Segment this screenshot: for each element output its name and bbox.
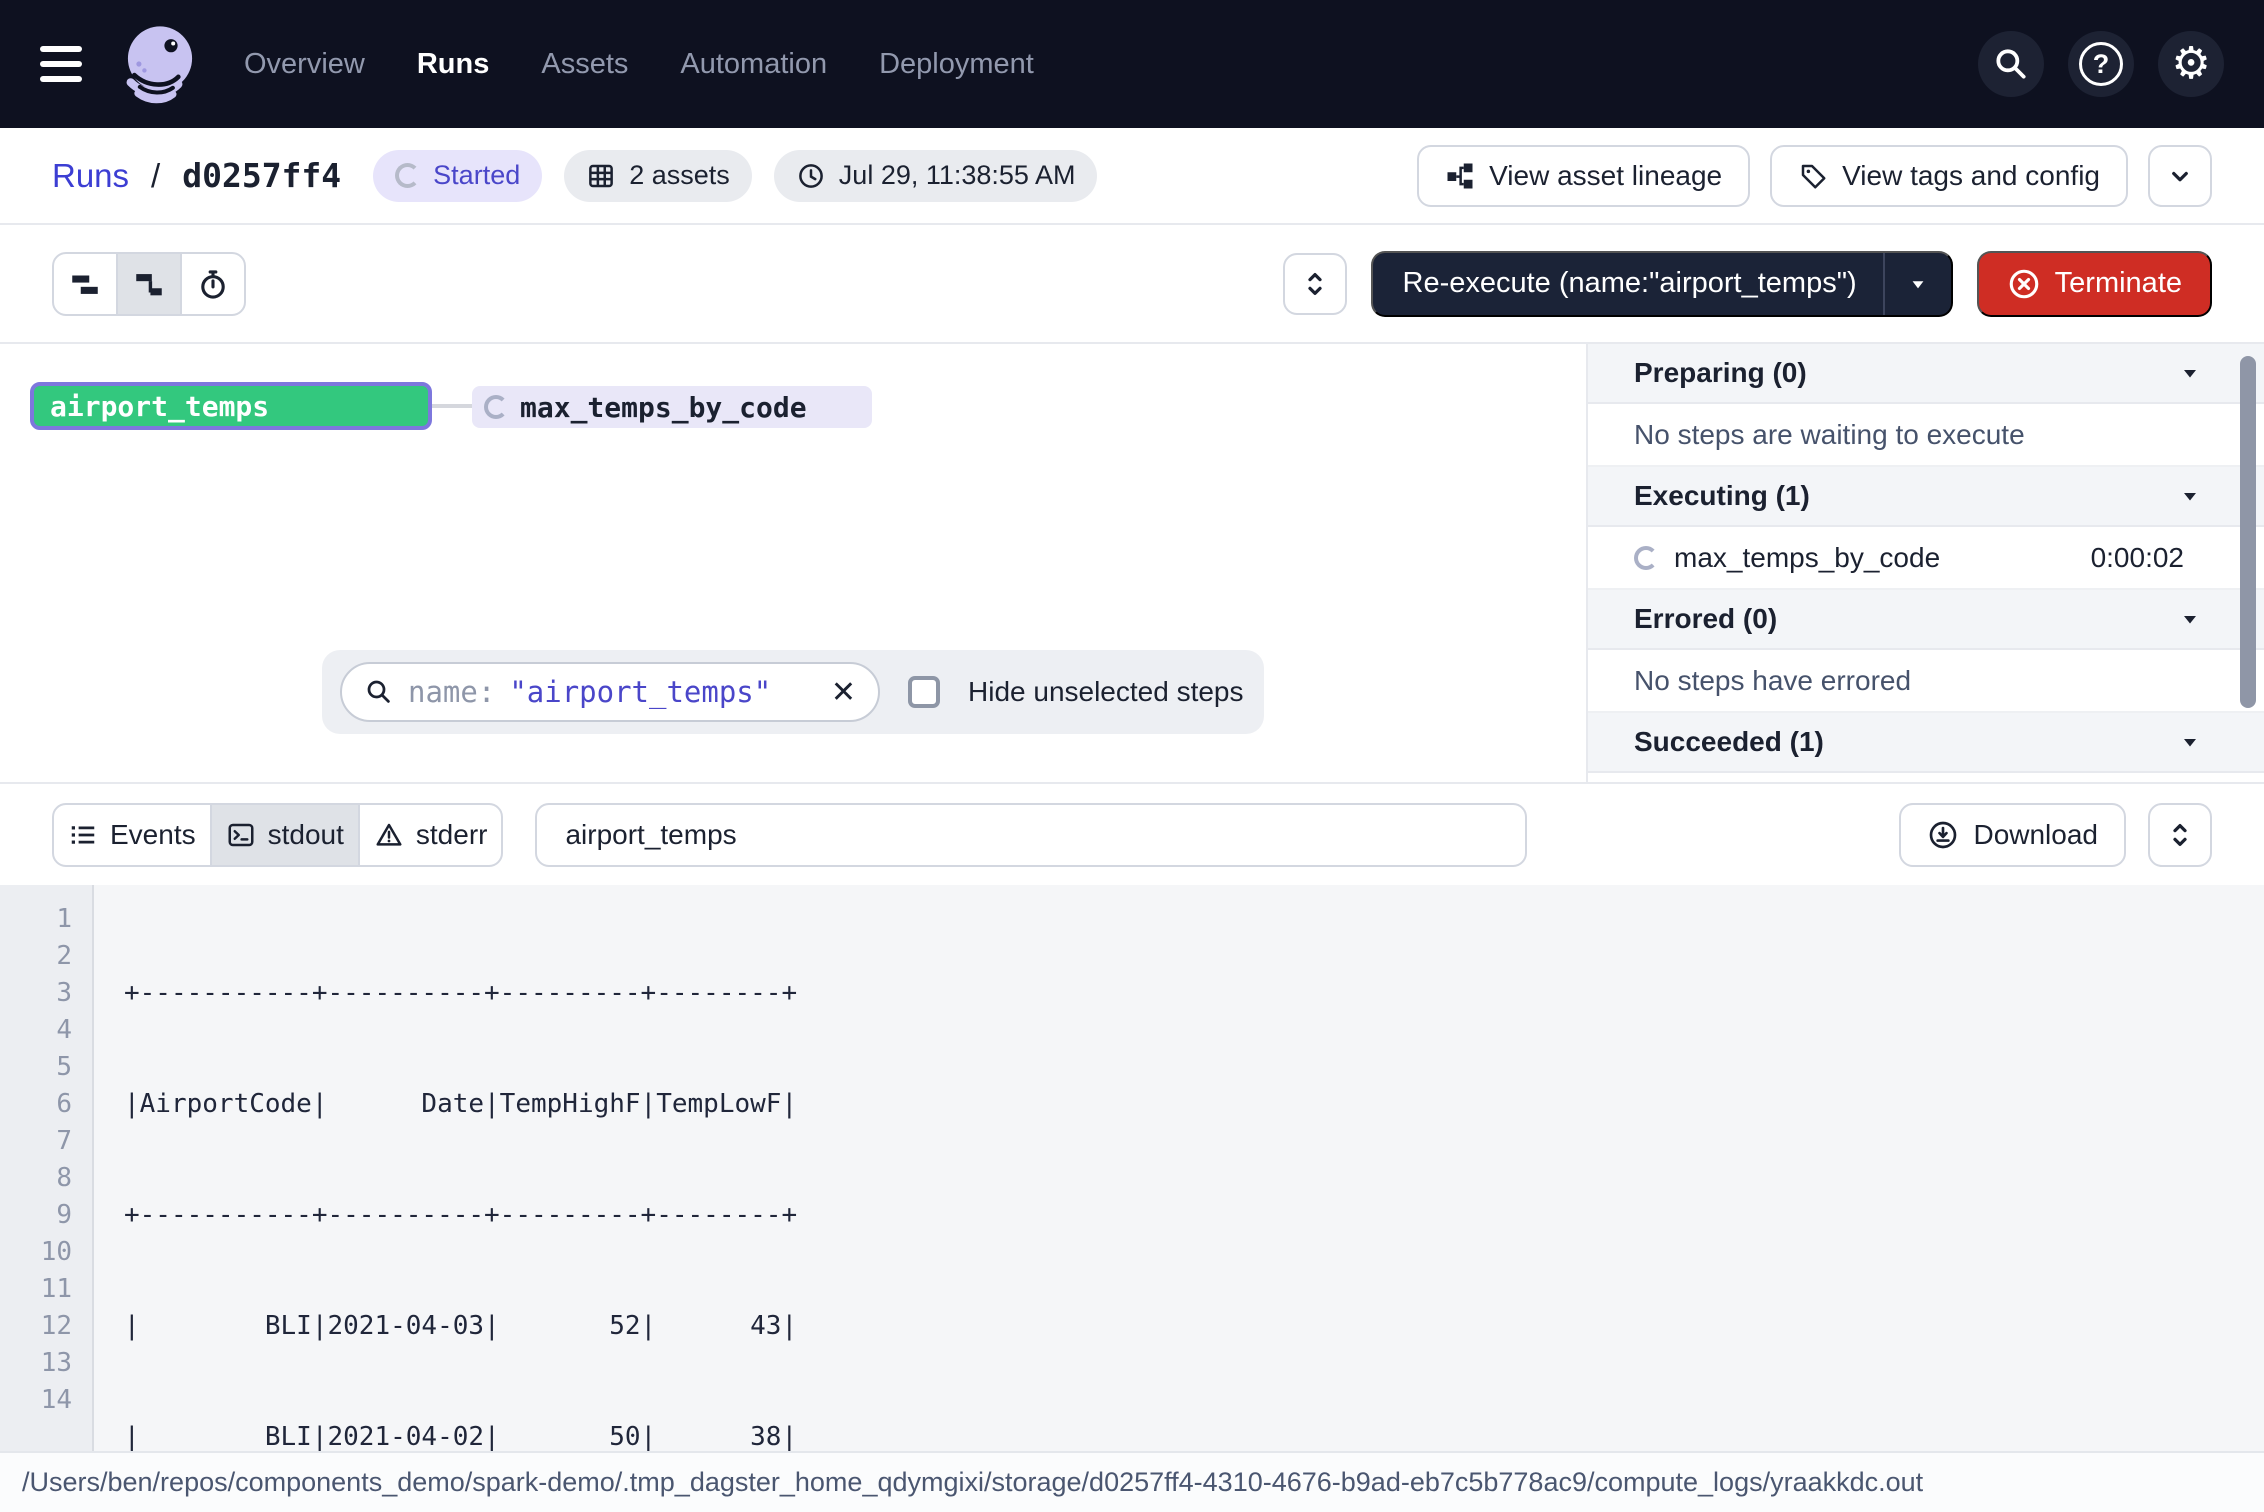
executing-step-row[interactable]: max_temps_by_code 0:00:02: [1588, 527, 2264, 590]
log-type-tabs: Events stdout stderr: [52, 803, 503, 867]
line-number-gutter: 1234567891011121314: [0, 885, 94, 1451]
run-status-badge: Started: [373, 150, 542, 202]
run-header: Runs / d0257ff4 Started 2 assets Jul 29,…: [0, 128, 2264, 225]
reexecute-button[interactable]: Re-execute (name:"airport_temps"): [1371, 251, 1953, 317]
search-icon: [1992, 45, 2030, 83]
search-button[interactable]: [1978, 31, 2044, 97]
expand-vertical-icon: [2165, 820, 2195, 850]
log-content: +-----------+----------+---------+------…: [94, 885, 797, 1451]
clear-selection-icon[interactable]: ✕: [831, 675, 856, 710]
caret-down-icon: [1905, 271, 1931, 297]
breadcrumb-separator: /: [151, 157, 160, 195]
log-line: +-----------+----------+---------+------…: [124, 1197, 797, 1234]
hide-unselected-checkbox[interactable]: [908, 676, 940, 708]
warning-triangle-icon: [374, 820, 404, 850]
errored-empty-row: No steps have errored: [1588, 650, 2264, 713]
view-tags-config-button[interactable]: View tags and config: [1770, 145, 2128, 207]
run-header-more-button[interactable]: [2148, 145, 2212, 207]
gantt-flat-view-button[interactable]: [54, 254, 116, 314]
reexecute-dropdown-button[interactable]: [1883, 253, 1951, 315]
settings-button[interactable]: ⚙: [2158, 31, 2224, 97]
dagster-logo-icon[interactable]: [116, 20, 204, 108]
log-line: +-----------+----------+---------+------…: [124, 975, 797, 1012]
expand-logs-button[interactable]: [2148, 803, 2212, 867]
nav-item-overview[interactable]: Overview: [244, 48, 365, 81]
lineage-icon: [1445, 161, 1475, 191]
dagster-app: Overview Runs Assets Automation Deployme…: [0, 0, 2264, 1512]
run-toolbar: Re-execute (name:"airport_temps") Termin…: [0, 225, 2264, 344]
gantt-split: airport_temps max_temps_by_code name: "a…: [0, 344, 2264, 784]
nav-item-runs[interactable]: Runs: [417, 48, 490, 81]
collapse-caret-icon: [2178, 730, 2202, 754]
executing-spinner-icon: [484, 395, 508, 419]
step-filter-bar: name: "airport_temps" ✕ Hide unselected …: [322, 650, 1264, 734]
log-line: | BLI|2021-04-02| 50| 38|: [124, 1419, 797, 1451]
selector-prefix: name:: [408, 675, 495, 709]
status-spinner-icon: [395, 163, 420, 188]
section-header-errored[interactable]: Errored (0): [1588, 590, 2264, 650]
events-list-icon: [68, 820, 98, 850]
nav-item-deployment[interactable]: Deployment: [879, 48, 1034, 81]
step-status-panel: Preparing (0) No steps are waiting to ex…: [1586, 344, 2264, 782]
start-time-badge: Jul 29, 11:38:55 AM: [774, 150, 1098, 202]
tab-stderr[interactable]: stderr: [358, 805, 502, 865]
assets-badge[interactable]: 2 assets: [564, 150, 752, 202]
assets-grid-icon: [586, 161, 616, 191]
top-nav: Overview Runs Assets Automation Deployme…: [0, 0, 2264, 128]
tab-events[interactable]: Events: [54, 805, 210, 865]
collapse-caret-icon: [2178, 361, 2202, 385]
download-button[interactable]: Download: [1899, 803, 2126, 867]
tab-stdout[interactable]: stdout: [210, 805, 358, 865]
collapse-caret-icon: [2178, 484, 2202, 508]
download-icon: [1927, 819, 1959, 851]
help-button[interactable]: ?: [2068, 31, 2134, 97]
preparing-empty-row: No steps are waiting to execute: [1588, 404, 2264, 467]
zoom-fit-button[interactable]: [1283, 253, 1347, 315]
step-spinner-icon: [1634, 546, 1658, 570]
breadcrumb-runs-link[interactable]: Runs: [52, 157, 129, 195]
log-line: | BLI|2021-04-03| 52| 43|: [124, 1308, 797, 1345]
gear-icon: ⚙: [2171, 42, 2210, 86]
section-header-executing[interactable]: Executing (1): [1588, 467, 2264, 527]
hide-unselected-label[interactable]: Hide unselected steps: [968, 676, 1244, 708]
selector-value: "airport_temps": [509, 675, 771, 709]
view-asset-lineage-button[interactable]: View asset lineage: [1417, 145, 1750, 207]
nav-item-assets[interactable]: Assets: [541, 48, 628, 81]
section-header-preparing[interactable]: Preparing (0): [1588, 344, 2264, 404]
timing-view-button[interactable]: [180, 254, 244, 314]
node-connector-line: [432, 404, 472, 408]
primary-nav: Overview Runs Assets Automation Deployme…: [244, 48, 1034, 81]
nav-item-automation[interactable]: Automation: [680, 48, 827, 81]
collapse-caret-icon: [2178, 607, 2202, 631]
gantt-view-toggle: [52, 252, 246, 316]
step-selector-input[interactable]: name: "airport_temps" ✕: [340, 662, 880, 722]
hamburger-menu-icon[interactable]: [40, 46, 82, 82]
stopwatch-icon: [196, 267, 230, 301]
gantt-flat-icon: [68, 267, 102, 301]
log-line: |AirportCode| Date|TempHighF|TempLowF|: [124, 1086, 797, 1123]
terminate-icon: [2007, 267, 2041, 301]
stdout-log-view[interactable]: 1234567891011121314 +-----------+-------…: [0, 885, 2264, 1451]
terminate-button[interactable]: Terminate: [1977, 251, 2212, 317]
gantt-waterfall-icon: [132, 267, 166, 301]
logs-toolbar: Events stdout stderr airport_temps: [0, 784, 2264, 885]
chevron-down-icon: [2165, 161, 2195, 191]
gantt-node-max-temps-by-code[interactable]: max_temps_by_code: [472, 386, 872, 428]
gantt-chart: airport_temps max_temps_by_code name: "a…: [0, 344, 1586, 782]
terminal-icon: [226, 820, 256, 850]
log-file-path-bar: /Users/ben/repos/components_demo/spark-d…: [0, 1451, 2264, 1512]
section-header-succeeded[interactable]: Succeeded (1): [1588, 713, 2264, 773]
elapsed-time: 0:00:02: [2091, 542, 2184, 574]
magnifier-icon: [364, 677, 394, 707]
run-id: d0257ff4: [182, 156, 341, 195]
help-icon: ?: [2079, 42, 2123, 86]
expand-vertical-icon: [1300, 269, 1330, 299]
clock-icon: [796, 161, 826, 191]
tag-icon: [1798, 161, 1828, 191]
panel-scrollbar[interactable]: [2240, 356, 2256, 708]
log-file-path: /Users/ben/repos/components_demo/spark-d…: [22, 1467, 1923, 1498]
gantt-node-airport-temps[interactable]: airport_temps: [30, 382, 432, 430]
log-step-filter-input[interactable]: airport_temps: [535, 803, 1527, 867]
gantt-waterfall-view-button[interactable]: [116, 254, 180, 314]
